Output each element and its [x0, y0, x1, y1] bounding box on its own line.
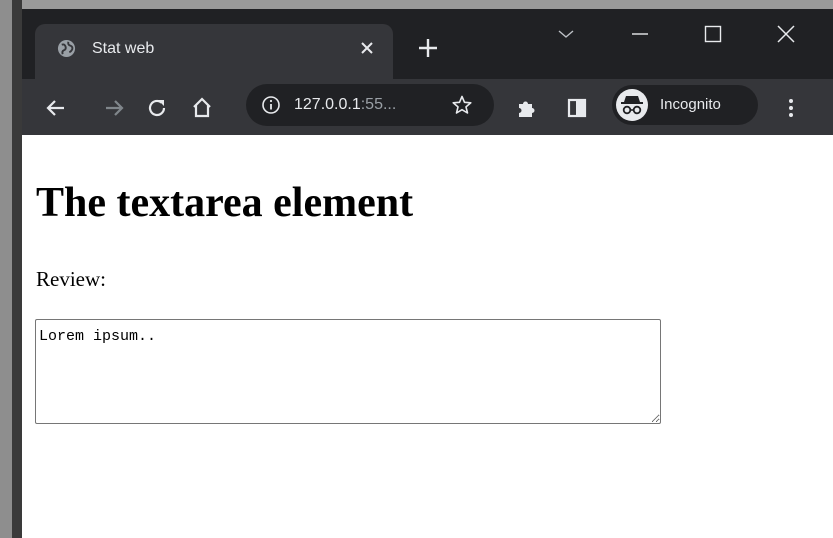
url-host: 127.0.0.1 [294, 96, 361, 113]
maximize-icon[interactable] [702, 23, 724, 45]
side-panel-icon[interactable] [565, 96, 589, 120]
minimize-icon[interactable] [628, 23, 652, 45]
incognito-label: Incognito [660, 96, 721, 113]
globe-icon [57, 39, 76, 58]
kebab-menu-icon[interactable] [779, 96, 803, 120]
address-bar[interactable]: 127.0.0.1:55... [246, 84, 494, 126]
arrow-right-icon[interactable] [102, 96, 126, 120]
puzzle-icon[interactable] [514, 96, 538, 120]
browser-toolbar: 127.0.0.1:55... Incognito [22, 79, 833, 135]
reload-icon[interactable] [145, 96, 169, 120]
tab-title: Stat web [92, 40, 155, 57]
star-icon[interactable] [451, 94, 473, 116]
arrow-left-icon[interactable] [44, 96, 68, 120]
review-textarea[interactable]: Lorem ipsum.. [35, 319, 661, 424]
desktop-background-top [0, 0, 833, 9]
close-icon[interactable] [774, 22, 798, 46]
home-icon[interactable] [190, 96, 214, 120]
page-content: The textarea element Review: Lorem ipsum… [22, 135, 833, 538]
review-label: Review: [36, 267, 106, 291]
title-bar: Stat web [22, 9, 833, 80]
url-text: 127.0.0.1:55... [294, 96, 396, 114]
incognito-icon [616, 89, 648, 121]
close-icon[interactable] [357, 38, 377, 58]
plus-icon[interactable] [417, 37, 439, 59]
incognito-profile-button[interactable]: Incognito [612, 85, 758, 125]
page-title: The textarea element [36, 180, 414, 226]
active-tab[interactable]: Stat web [35, 24, 393, 80]
info-icon[interactable] [261, 95, 281, 115]
desktop-background-left [0, 0, 22, 538]
chevron-down-icon[interactable] [557, 27, 575, 41]
browser-window: Stat web 127.0.0.1:55... Incognito The t… [22, 9, 833, 538]
url-rest: :55... [360, 96, 397, 113]
